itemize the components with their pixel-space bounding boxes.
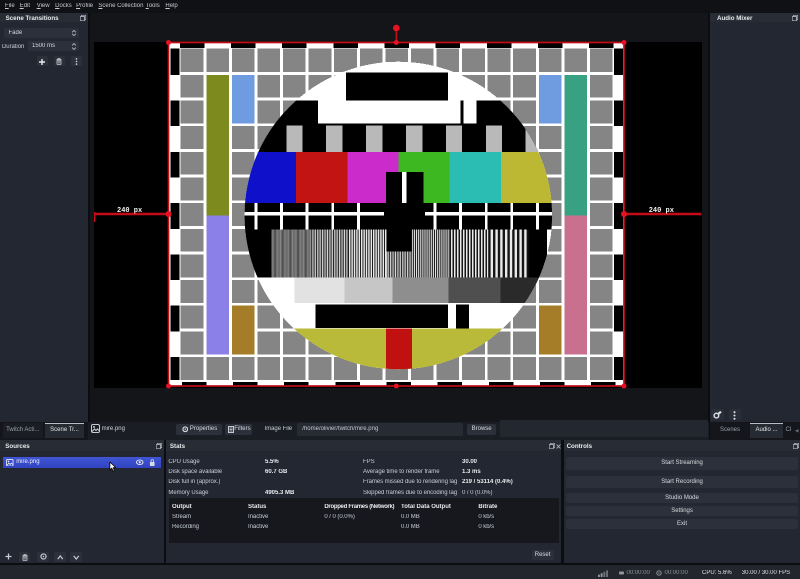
svg-text:240 px: 240 px xyxy=(117,207,143,215)
svg-text:240 px: 240 px xyxy=(649,207,675,215)
